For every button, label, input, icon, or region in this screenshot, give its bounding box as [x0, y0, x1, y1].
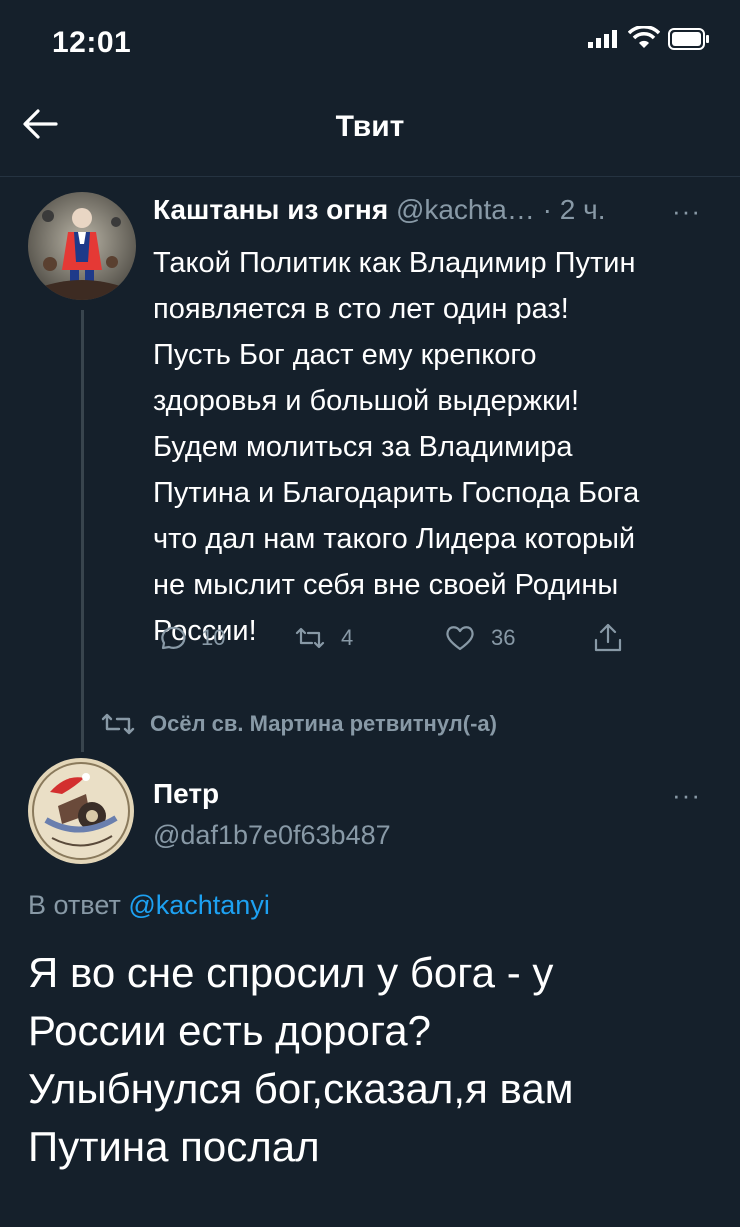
tweet-text-line: не мыслит себя вне своей Родины: [153, 569, 619, 601]
status-time: 12:01: [52, 26, 132, 59]
parent-tweet-text: Такой Политик как Владимир Путин появляе…: [153, 240, 713, 654]
tweet-text-line: Будем молиться за Владимира: [153, 431, 573, 463]
tweet-text-line: Пусть Бог даст ему крепкого: [153, 339, 537, 371]
wifi-icon: [628, 26, 660, 48]
tweet-text-line: Такой Политик как Владимир Путин: [153, 247, 636, 279]
retweeted-by-text: Осёл св. Мартина ретвитнул(-а): [150, 711, 497, 736]
more-options-icon[interactable]: ···: [672, 780, 712, 810]
share-icon: [594, 623, 622, 652]
tweet-text-line: Путина и Благодарить Господа Бога: [153, 477, 640, 509]
retweet-icon: [295, 627, 325, 649]
battery-icon: [668, 28, 709, 50]
reply-author-name[interactable]: Петр: [153, 778, 219, 810]
replying-to-handle-link[interactable]: @kachtanyi: [128, 890, 269, 920]
heart-icon: [446, 626, 474, 651]
separator-dot: ·: [542, 194, 552, 225]
reply-button[interactable]: 10: [153, 618, 225, 658]
replying-to-prefix: В ответ: [28, 890, 121, 920]
author-name[interactable]: Каштаны из огня: [153, 194, 388, 225]
tweet-text-line: Путина послал: [28, 1123, 320, 1170]
replying-to-label: В ответ @kachtanyi: [28, 890, 270, 921]
author-avatar[interactable]: [28, 192, 136, 300]
top-navigation-bar: Твит: [0, 80, 740, 177]
page-title: Твит: [335, 110, 405, 143]
tweet-text-line: Улыбнулся бог,сказал,я вам: [28, 1065, 574, 1112]
retweet-button[interactable]: 4: [293, 618, 353, 658]
reply-author-avatar[interactable]: [28, 758, 134, 864]
reply-tweet-text: Я во сне спросил у бога - у России есть …: [28, 944, 718, 1176]
tweet-text-line: появляется в сто лет один раз!: [153, 293, 569, 325]
like-button[interactable]: 36: [443, 618, 515, 658]
tweet-action-bar: 10 4 36: [153, 618, 713, 662]
reply-count: 10: [201, 625, 226, 650]
reply-author-handle[interactable]: @daf1b7e0f63b487: [153, 820, 391, 851]
like-count: 36: [491, 625, 516, 650]
retweet-icon: [101, 713, 135, 735]
retweet-count: 4: [341, 625, 354, 650]
more-options-icon[interactable]: ···: [672, 196, 712, 226]
status-bar: 12:01: [0, 0, 740, 80]
reply-icon: [161, 626, 186, 650]
parent-tweet-header: Каштаны из огня @kachta… · 2 ч.: [153, 194, 713, 234]
cellular-signal-icon: [588, 30, 617, 48]
tweet-text-line: здоровья и большой выдержки!: [153, 385, 580, 417]
retweeted-by-label[interactable]: Осёл св. Мартина ретвитнул(-а): [100, 706, 497, 742]
tweet-text-line: России есть дорога?: [28, 1007, 431, 1054]
tweet-time[interactable]: 2 ч.: [560, 194, 606, 225]
author-handle[interactable]: @kachta…: [396, 194, 535, 225]
tweet-text-line: Я во сне спросил у бога - у: [28, 949, 554, 996]
thread-connector-line: [81, 310, 84, 752]
tweet-detail-screen: 12:01 Твит Каштаны из огня @kachta… · 2 …: [0, 0, 740, 1227]
share-button[interactable]: [591, 618, 625, 658]
tweet-text-line: что дал нам такого Лидера который: [153, 523, 636, 555]
